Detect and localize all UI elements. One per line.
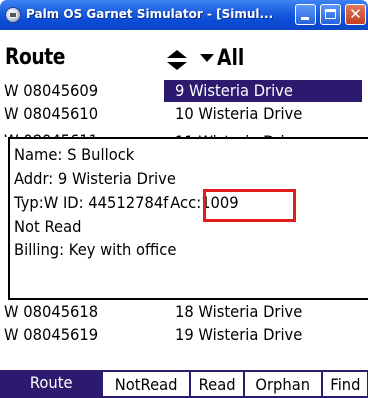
list-item[interactable]: W 08045610 10 Wisteria Drive bbox=[0, 103, 368, 126]
details-popup[interactable]: Name: S Bullock Addr: 9 Wisteria Drive T… bbox=[8, 137, 368, 300]
dropdown-arrow-icon bbox=[200, 54, 214, 62]
list-item[interactable]: W 08045619 19 Wisteria Drive bbox=[0, 324, 368, 347]
tab-orphan[interactable]: Orphan bbox=[244, 370, 322, 398]
address-cell: 10 Wisteria Drive bbox=[175, 104, 303, 123]
list-item[interactable]: W 08045609 9 Wisteria Drive bbox=[0, 80, 368, 103]
maximize-icon[interactable] bbox=[320, 4, 341, 25]
sort-up-down-icon[interactable] bbox=[166, 49, 188, 71]
popup-billing: Billing: Key with office bbox=[14, 240, 177, 259]
account-highlight-box bbox=[203, 189, 296, 222]
close-icon[interactable]: ✕ bbox=[345, 4, 366, 25]
meter-id: W 08045618 bbox=[4, 302, 99, 321]
window-titlebar: Palm OS Garnet Simulator - [Simul... ✕ bbox=[0, 0, 368, 30]
list-item[interactable]: W 08045618 18 Wisteria Drive bbox=[0, 301, 368, 324]
popup-address: Addr: 9 Wisteria Drive bbox=[14, 169, 176, 188]
list-item-partial: W 08045611 11 Wisteria Drive bbox=[0, 126, 368, 137]
address-cell: 9 Wisteria Drive bbox=[164, 80, 362, 102]
popup-name: Name: S Bullock bbox=[14, 145, 135, 164]
address-cell: 18 Wisteria Drive bbox=[175, 302, 303, 321]
address-cell: 19 Wisteria Drive bbox=[175, 325, 303, 344]
meter-id: W 08045619 bbox=[4, 325, 99, 344]
filter-label: All bbox=[217, 45, 245, 71]
window-title: Palm OS Garnet Simulator - [Simul... bbox=[26, 7, 274, 21]
tab-bar: Route NotRead Read Orphan Find bbox=[0, 370, 368, 398]
tab-read[interactable]: Read bbox=[190, 370, 244, 398]
meter-id: W 08045610 bbox=[4, 104, 99, 123]
tab-notread[interactable]: NotRead bbox=[102, 370, 190, 398]
page-title: Route bbox=[5, 45, 66, 70]
meter-id: W 08045609 bbox=[4, 81, 99, 100]
palm-app-icon bbox=[5, 7, 21, 23]
tab-route[interactable]: Route bbox=[0, 370, 102, 398]
minimize-icon[interactable] bbox=[295, 4, 316, 25]
filter-dropdown[interactable]: All bbox=[199, 45, 249, 71]
tab-find[interactable]: Find bbox=[322, 370, 368, 398]
popup-read-status: Not Read bbox=[14, 217, 82, 236]
